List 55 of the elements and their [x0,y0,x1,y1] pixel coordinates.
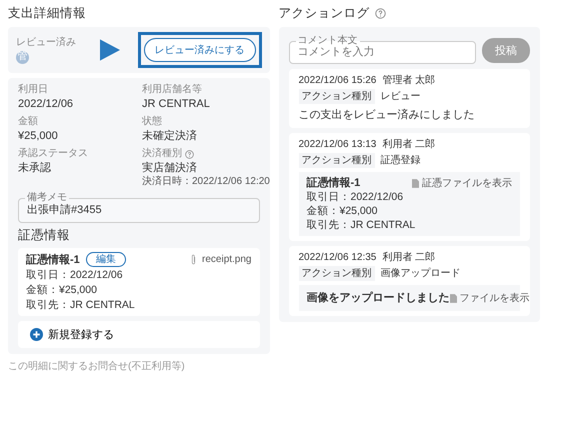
paperclip-icon [191,254,196,265]
field-value: ¥25,000 [18,129,58,143]
document-icon [412,178,419,188]
file-name[interactable]: receipt.png [202,254,252,265]
help-icon[interactable] [374,8,386,18]
section-title: アクションログ [278,5,370,22]
field-label: 状態 [142,116,162,128]
field-value: 実店舗決済 [142,161,197,175]
field-label: 利用店舗名等 [142,84,202,96]
review-label: レビュー済み [16,36,77,48]
evidence-line: 取引先：JR CENTRAL [306,218,416,232]
field-label: 決済種別 [142,148,182,160]
log-user: 利用者 二郎 [382,138,436,151]
reviewer-avatar: 管 [16,50,29,64]
action-type-label: アクション種別 [298,89,374,104]
edit-button[interactable]: 編集 [86,252,126,267]
comment-label: コメント本文 [296,36,358,46]
document-icon [450,294,456,302]
action-type: 証憑登録 [380,154,420,167]
evidence-line: 取引日：2022/12/06 [306,190,404,204]
log-time: 2022/12/06 13:13 [298,138,376,151]
log-message: この支出をレビュー済みにしました [298,108,476,123]
evidence-line: 金額：¥25,000 [306,204,378,218]
add-new-button[interactable]: 新規登録する [18,321,260,348]
log-message: 画像をアップロードしました [306,291,450,305]
view-file-link[interactable]: ファイルを表示 [450,291,530,305]
view-file-link[interactable]: 証憑ファイルを表示 [412,176,512,190]
memo-field[interactable]: 備考メモ 出張申請#3455 [18,193,260,223]
action-type: 画像アップロード [380,267,460,280]
field-label: 金額 [18,116,38,128]
evidence-line: 取引日：2022/12/06 [26,268,124,282]
field-value: 未承認 [18,161,51,175]
field-note: 決済日時：2022/12/06 12:20 [142,176,270,188]
action-type-label: アクション種別 [298,266,374,281]
log-time: 2022/12/06 12:35 [298,251,376,264]
log-user: 利用者 二郎 [382,251,436,264]
evidence-title: 証憑情報-1 [26,252,80,266]
log-user: 管理者 太郎 [382,74,436,87]
action-type: レビュー [380,90,420,103]
log-time: 2022/12/06 15:26 [298,74,376,87]
plus-icon [30,328,43,341]
field-value: JR CENTRAL [142,97,210,111]
field-value: 2022/12/06 [18,97,74,111]
section-title: 支出詳細情報 [8,5,87,22]
field-value: 未確定決済 [142,129,197,143]
evidence-line: 金額：¥25,000 [26,283,98,297]
evidence-title: 証憑情報-1 [306,176,360,190]
action-type-label: アクション種別 [298,153,374,168]
field-label: 利用日 [18,84,48,96]
help-icon[interactable] [185,150,194,158]
memo-label: 備考メモ [26,193,68,203]
field-label: 承認ステータス [18,148,88,160]
mark-reviewed-button[interactable]: レビュー済みにする [144,38,256,62]
evidence-line: 取引先：JR CENTRAL [26,298,136,312]
evidence-heading: 証憑情報 [18,228,71,243]
